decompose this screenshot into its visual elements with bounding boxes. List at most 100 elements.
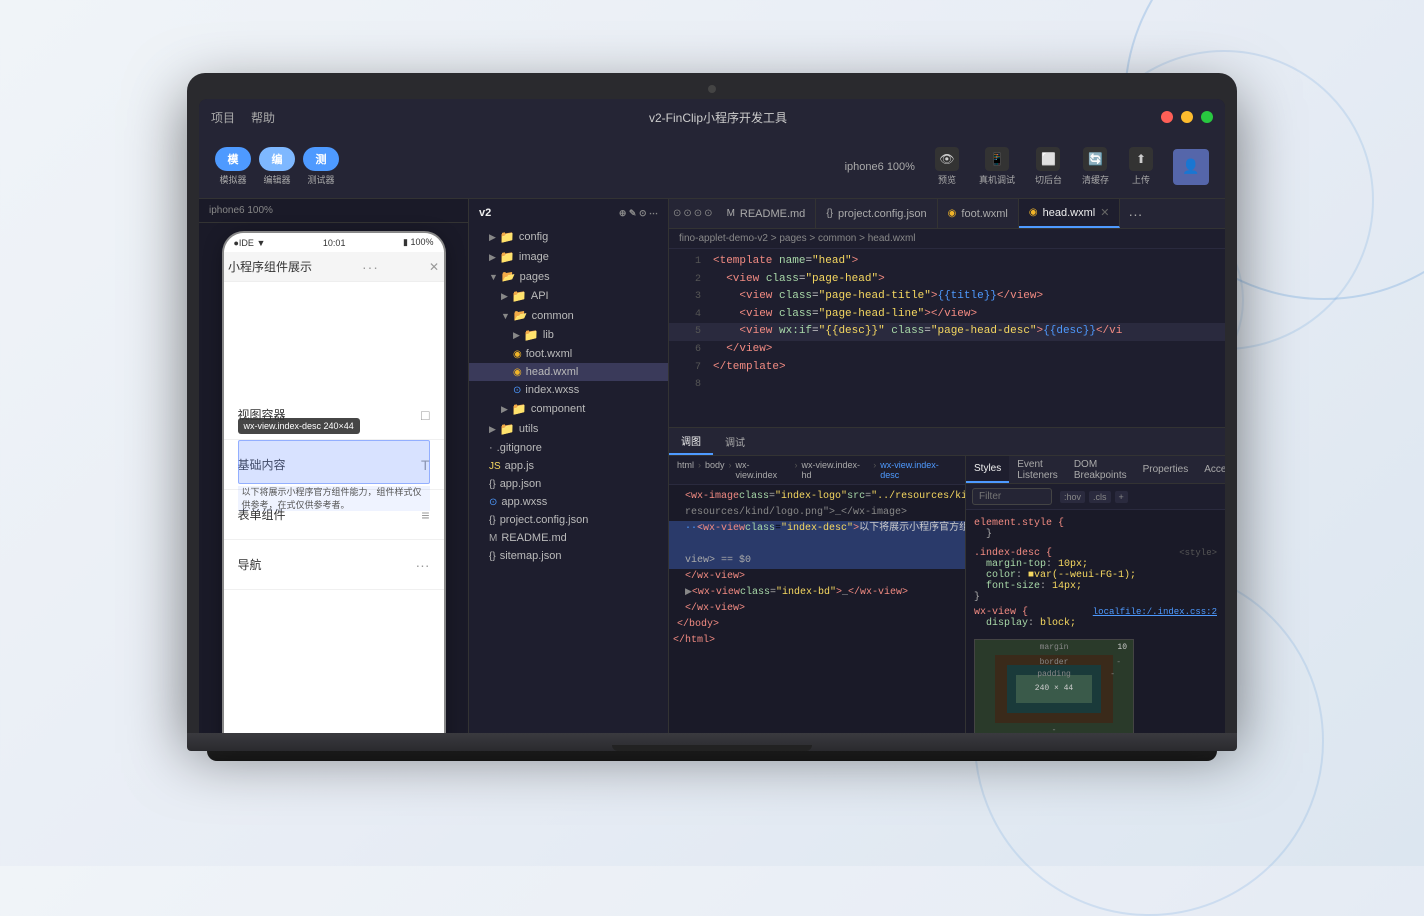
tab-project-config[interactable]: {} project.config.json [816, 199, 937, 228]
readme-tab-label: README.md [740, 208, 805, 220]
folder-lib-label: lib [543, 329, 554, 341]
dom-bc-wx-view-index-hd[interactable]: wx-view.index-hd [801, 460, 869, 480]
style-filter-input[interactable] [972, 488, 1052, 505]
folder-api[interactable]: ▶ 📁 API [469, 286, 668, 306]
project-config-tab-label: project.config.json [838, 208, 927, 220]
editor-btn[interactable]: 编 编辑器 [259, 147, 295, 186]
tester-btn[interactable]: 测 测试器 [303, 147, 339, 186]
debug-dom-line-3: ··· <wx-view class="index-desc">以下将展示小程序… [669, 521, 965, 553]
laptop: 项目 帮助 v2-FinClip小程序开发工具 模 模拟器 [187, 73, 1237, 793]
tab-more-button[interactable]: ··· [1120, 206, 1150, 222]
wx-view-display: display: block; [974, 618, 1217, 629]
folder-common[interactable]: ▼ 📂 common [469, 306, 668, 325]
file-app-js[interactable]: JS app.js [469, 457, 668, 475]
phone-container: ●IDE ▼ 10:01 ▮ 100% 小程序组件展示 ··· ✕ wx-vie… [199, 223, 468, 747]
hov-tag[interactable]: :hov [1060, 491, 1085, 503]
readme-label: README.md [501, 532, 566, 544]
dom-bc-body[interactable]: body [705, 460, 725, 480]
margin-val: 10 [1117, 643, 1127, 652]
dom-bc-html[interactable]: html [677, 460, 694, 480]
maximize-button[interactable] [1201, 111, 1213, 123]
folder-utils[interactable]: ▶ 📁 utils [469, 419, 668, 439]
style-filter: :hov .cls + [966, 484, 1225, 510]
upload-action[interactable]: ⬆ 上传 [1129, 147, 1153, 186]
phone-menu-item-4[interactable]: 导航 ··· [224, 540, 444, 590]
menu-item-help[interactable]: 帮助 [251, 109, 275, 126]
folder-image[interactable]: ▶ 📁 image [469, 247, 668, 267]
debug-area: 调图 调试 html › body › [669, 427, 1225, 747]
gitignore-icon: · [489, 442, 493, 454]
nav-label: 导航 [238, 556, 262, 573]
dom-bc-wx-view-index[interactable]: wx-view.index [736, 460, 791, 480]
wx-view-source[interactable]: localfile:/.index.css:2 [1093, 607, 1217, 618]
user-avatar[interactable]: 👤 [1173, 149, 1209, 185]
tab-readme[interactable]: M README.md [717, 199, 817, 228]
folder-common-label: common [532, 310, 574, 322]
border-val: - [1116, 658, 1121, 667]
background-action[interactable]: ⬜ 切后台 [1035, 147, 1062, 186]
preview-action[interactable]: 👁 预览 [935, 147, 959, 186]
folder-component[interactable]: ▶ 📁 component [469, 399, 668, 419]
clear-cache-action[interactable]: 🔄 清缓存 [1082, 147, 1109, 186]
tab-icon-3: ⊙ [694, 208, 702, 219]
code-editor[interactable]: 1 <template name="head"> 2 <view class="… [669, 249, 1225, 427]
debug-tab-extra[interactable]: 调试 [713, 428, 757, 455]
dom-breakpoints-tab[interactable]: DOM Breakpoints [1066, 456, 1135, 483]
properties-tab[interactable]: Properties [1135, 456, 1197, 483]
folder-pages[interactable]: ▼ 📂 pages [469, 267, 668, 286]
folder-lib[interactable]: ▶ 📁 lib [469, 325, 668, 345]
cls-tag[interactable]: .cls [1089, 491, 1111, 503]
file-head-wxml[interactable]: ◉ head.wxml [469, 363, 668, 381]
file-project-config[interactable]: {} project.config.json [469, 511, 668, 529]
device-debug-icon: 📱 [985, 147, 1009, 171]
sitemap-label: sitemap.json [500, 550, 562, 562]
phone-tooltip: wx-view.index-desc 240×44 [238, 418, 360, 434]
styles-tab[interactable]: Styles [966, 456, 1009, 483]
arrow-config: ▶ [489, 232, 496, 243]
signal-info: ●IDE ▼ [234, 238, 266, 248]
app-js-icon: JS [489, 461, 501, 472]
event-listeners-tab[interactable]: Event Listeners [1009, 456, 1066, 483]
dom-bc-wx-view-index-desc[interactable]: wx-view.index-desc [880, 460, 957, 480]
device-info: iphone6 100% [209, 205, 273, 216]
file-foot-wxml[interactable]: ◉ foot.wxml [469, 345, 668, 363]
phone-dots[interactable]: ··· [362, 259, 379, 275]
menu-bar: 项目 帮助 [211, 109, 275, 126]
index-desc-rule: .index-desc { <style> margin-top: 10px; … [974, 546, 1217, 605]
debug-tab-调试[interactable]: 调图 [669, 428, 713, 455]
file-index-wxss[interactable]: ⊙ index.wxss [469, 381, 668, 399]
element-style-rule: element.style { } [974, 516, 1217, 542]
element-style-selector: element.style { [974, 518, 1217, 529]
box-model-visual: margin 10 border - padding - [974, 639, 1134, 739]
accessibility-tab[interactable]: Accessibility [1196, 456, 1225, 483]
folder-image-label: image [519, 251, 549, 263]
head-tab-label: head.wxml [1043, 207, 1096, 219]
editor-label: 编辑器 [263, 173, 290, 186]
tab-foot-wxml[interactable]: ◉ foot.wxml [938, 199, 1019, 228]
phone-close-icon[interactable]: ✕ [429, 260, 439, 274]
head-tab-close[interactable]: ✕ [1100, 206, 1109, 219]
device-debug-action[interactable]: 📱 真机调试 [979, 147, 1015, 186]
style-content: element.style { } .index-desc { <style> [966, 510, 1225, 747]
app-wxss-icon: ⊙ [489, 497, 497, 508]
index-desc-close: } [974, 592, 1217, 603]
editor-icon: 编 [259, 147, 295, 171]
phone-body: wx-view.index-desc 240×44 以下将展示小程序官方组件能力… [224, 390, 444, 747]
debug-code-area[interactable]: <wx-image class="index-logo" src="../res… [669, 485, 965, 747]
file-app-json[interactable]: {} app.json [469, 475, 668, 493]
file-app-wxss[interactable]: ⊙ app.wxss [469, 493, 668, 511]
file-sitemap[interactable]: {} sitemap.json [469, 547, 668, 565]
camera [708, 85, 716, 93]
minimize-button[interactable] [1181, 111, 1193, 123]
simulator-btn[interactable]: 模 模拟器 [215, 147, 251, 186]
close-button[interactable] [1161, 111, 1173, 123]
plus-tag[interactable]: + [1115, 491, 1128, 503]
tab-head-wxml[interactable]: ◉ head.wxml ✕ [1019, 199, 1121, 228]
tab-icon-4: ⊙ [704, 208, 712, 219]
menu-item-project[interactable]: 项目 [211, 109, 235, 126]
tester-label: 测试器 [307, 173, 334, 186]
file-readme[interactable]: M README.md [469, 529, 668, 547]
folder-config[interactable]: ▶ 📁 config [469, 227, 668, 247]
tab-icon-2: ⊙ [683, 208, 691, 219]
file-gitignore[interactable]: · .gitignore [469, 439, 668, 457]
